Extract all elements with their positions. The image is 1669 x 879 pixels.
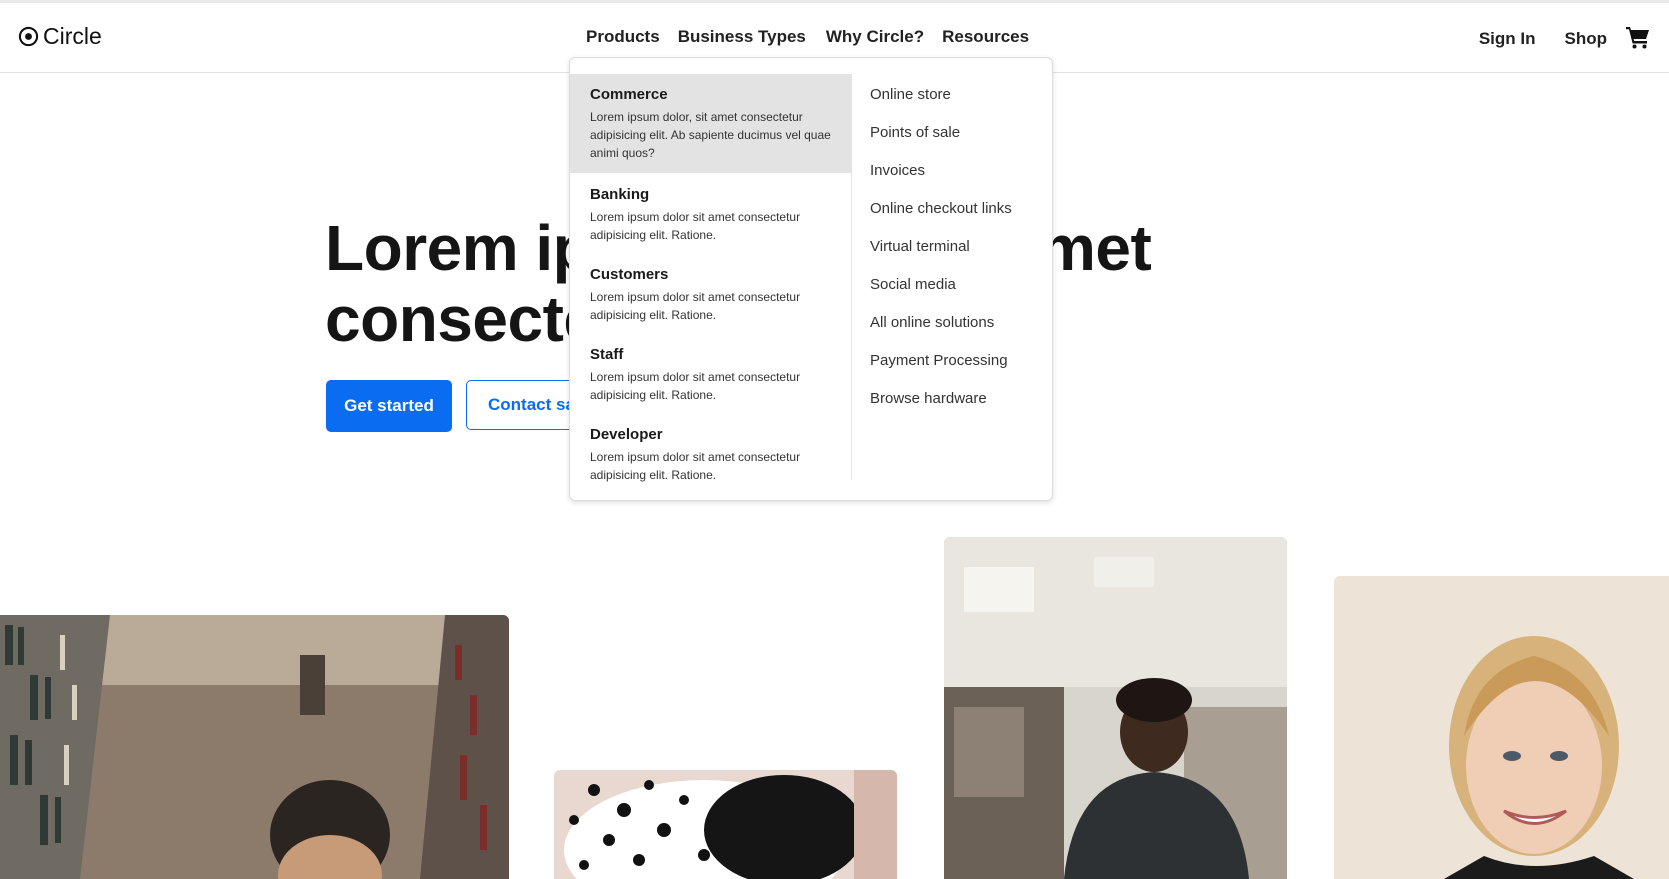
category-title: Developer [590,426,663,443]
link-points-of-sale[interactable]: Points of sale [870,122,1012,160]
link-virtual-terminal[interactable]: Virtual terminal [870,236,1012,274]
product-links: Online store Points of sale Invoices Onl… [870,84,1012,426]
category-title: Banking [590,186,650,203]
category-description: Lorem ipsum dolor sit amet consectetur a… [590,450,801,482]
nav-why-circle[interactable]: Why Circle? [826,27,924,47]
link-browse-hardware[interactable]: Browse hardware [870,388,1012,426]
link-social-media[interactable]: Social media [870,274,1012,312]
main-nav: Products Business Types Why Circle? Reso… [586,27,1047,47]
category-description: Lorem ipsum dolor sit amet consectetur a… [590,370,801,402]
category-commerce[interactable]: Commerce Lorem ipsum dolor, sit amet con… [570,74,851,173]
fabric-photo [554,770,897,879]
library-photo [0,615,509,879]
link-payment-processing[interactable]: Payment Processing [870,350,1012,388]
brand-logo[interactable]: Circle [18,23,102,50]
woman-portrait-photo [1334,576,1669,879]
category-title: Commerce [590,86,668,103]
category-banking[interactable]: Banking Lorem ipsum dolor sit amet conse… [570,173,851,254]
category-title: Staff [590,346,624,363]
link-all-online-solutions[interactable]: All online solutions [870,312,1012,350]
category-customers[interactable]: Customers Lorem ipsum dolor sit amet con… [570,254,851,334]
category-description: Lorem ipsum dolor sit amet consectetur a… [590,210,801,242]
link-invoices[interactable]: Invoices [870,160,1012,198]
category-list: Commerce Lorem ipsum dolor, sit amet con… [570,74,851,494]
link-online-checkout-links[interactable]: Online checkout links [870,198,1012,236]
dropdown-divider [851,74,852,480]
link-online-store[interactable]: Online store [870,84,1012,122]
nav-resources[interactable]: Resources [942,27,1029,47]
circle-logo-icon [18,26,39,47]
nav-business-types[interactable]: Business Types [678,27,806,47]
category-description: Lorem ipsum dolor, sit amet consectetur … [590,110,831,160]
category-staff[interactable]: Staff Lorem ipsum dolor sit amet consect… [570,334,851,414]
worker-photo [944,537,1287,879]
get-started-button[interactable]: Get started [326,380,452,432]
nav-products[interactable]: Products [586,27,660,47]
category-developer[interactable]: Developer Lorem ipsum dolor sit amet con… [570,414,851,494]
sign-in-link[interactable]: Sign In [1479,29,1536,49]
shop-link[interactable]: Shop [1565,29,1608,49]
cart-icon[interactable] [1625,24,1651,50]
right-nav: Sign In Shop [1450,27,1651,50]
products-dropdown: Commerce Lorem ipsum dolor, sit amet con… [569,57,1053,501]
category-title: Customers [590,266,669,283]
category-description: Lorem ipsum dolor sit amet consectetur a… [590,290,801,322]
brand-name: Circle [43,23,102,49]
